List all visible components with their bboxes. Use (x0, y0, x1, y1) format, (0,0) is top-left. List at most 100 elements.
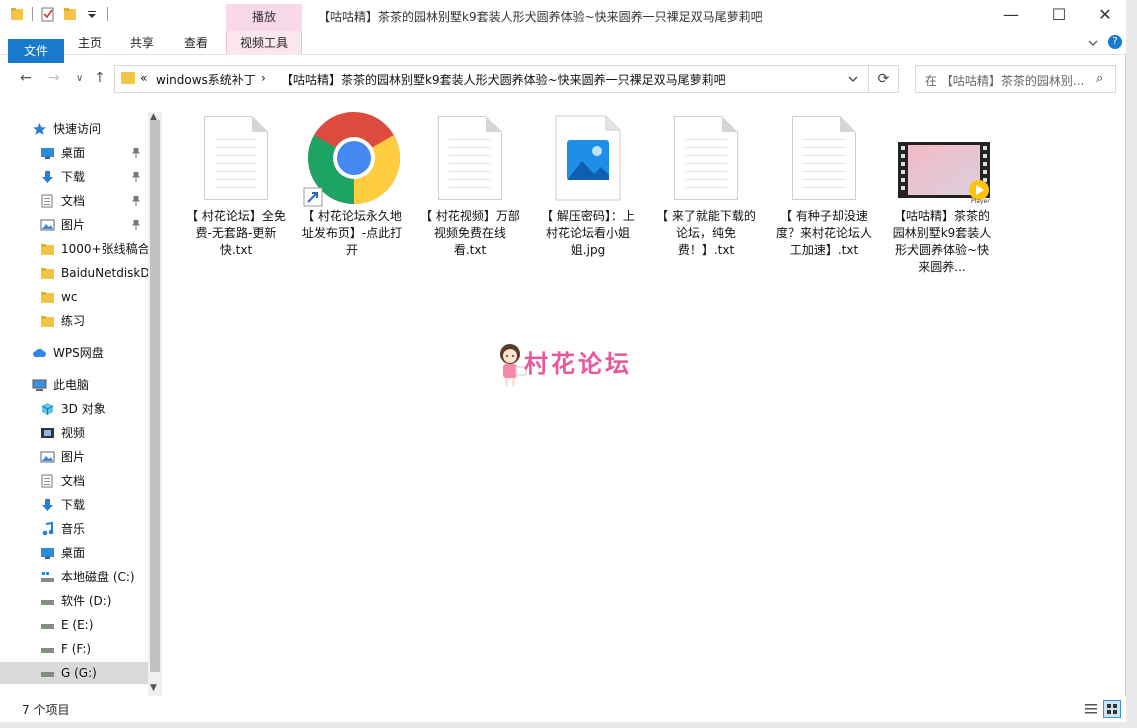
sidebar-item-label: 桌面 (61, 546, 86, 560)
large-icons-view-icon[interactable] (1103, 700, 1121, 718)
drive-icon (40, 642, 55, 656)
tab-view[interactable]: 查看 (174, 31, 218, 55)
context-tab-play[interactable]: 播放 (226, 4, 302, 31)
recent-locations-button[interactable]: ∨ (76, 73, 83, 84)
search-icon[interactable]: ⌕ (1096, 71, 1103, 86)
folder-icon (40, 266, 55, 280)
folder-icon (40, 314, 55, 328)
item-count: 7 个项目 (22, 703, 70, 717)
text-file-icon (186, 112, 286, 204)
scrollbar-thumb[interactable] (150, 120, 160, 672)
sidebar-item[interactable]: 视频 (0, 422, 148, 444)
file-name: 【 村花论坛永久地址发布页】-点此打开 (301, 209, 403, 257)
drive-icon (40, 618, 55, 632)
refresh-button[interactable]: ⟳ (869, 65, 899, 93)
picture-icon (40, 218, 55, 232)
properties-icon[interactable] (41, 6, 55, 22)
sidebar-item[interactable]: 软件 (D:) (0, 590, 148, 612)
address-row: ← → ∨ ↑ « windows系统补丁 › 【咕咕精】茶茶的园林别墅k9套装… (0, 56, 1126, 104)
forward-button[interactable]: → (48, 70, 60, 86)
sidebar-item[interactable]: 3D 对象 (0, 398, 148, 420)
file-item[interactable]: 【 村花论坛】全免费-无套路-更新快.txt (180, 112, 292, 259)
file-item[interactable]: 【 来了就能下载的论坛，纯免费！】.txt (650, 112, 762, 259)
sidebar-item[interactable]: 此电脑 (0, 374, 148, 396)
file-item[interactable]: Player 【咕咕精】茶茶的园林别墅k9套装人形犬圆养体验~快来圆养... (886, 112, 998, 276)
address-bar[interactable]: « windows系统补丁 › 【咕咕精】茶茶的园林别墅k9套装人形犬圆养体验~… (114, 65, 869, 93)
sidebar-item-label: 图片 (61, 450, 86, 464)
sidebar-item[interactable]: F (F:) (0, 638, 148, 660)
drive-icon (40, 666, 55, 680)
file-item[interactable]: 【 村花论坛永久地址发布页】-点此打开 (296, 112, 408, 259)
sidebar-item[interactable]: G (G:) (0, 662, 148, 684)
tab-share[interactable]: 共享 (120, 31, 164, 55)
details-view-icon[interactable] (1082, 700, 1100, 718)
sidebar-item[interactable]: 文档 (0, 190, 148, 212)
sidebar-item[interactable]: 图片 (0, 446, 148, 468)
sidebar-item[interactable]: 下载 (0, 166, 148, 188)
breadcrumb-separator[interactable]: › (261, 71, 266, 85)
music-icon (40, 522, 55, 536)
sidebar-item[interactable]: 快速访问 (0, 118, 148, 140)
sidebar-item-label: 软件 (D:) (61, 594, 112, 608)
sidebar-item[interactable]: 本地磁盘 (C:) (0, 566, 148, 588)
maximize-button[interactable]: ☐ (1036, 0, 1082, 31)
sidebar-item[interactable]: wc (0, 286, 148, 308)
sidebar-item[interactable]: 桌面 (0, 542, 148, 564)
sidebar-item[interactable]: 音乐 (0, 518, 148, 540)
text-file-icon (774, 112, 874, 204)
player-badge: Player (971, 198, 990, 205)
sidebar-item[interactable]: 文档 (0, 470, 148, 492)
sidebar-item[interactable]: 图片 (0, 214, 148, 236)
desktop-icon (40, 546, 55, 560)
file-item[interactable]: 【 有种子却没速度？来村花论坛人工加速】.txt (768, 112, 880, 259)
sidebar-item-label: 文档 (61, 474, 86, 488)
ribbon-expand-icon[interactable] (1088, 39, 1098, 47)
sidebar-item-label: 桌面 (61, 146, 86, 160)
minimize-button[interactable]: — (988, 0, 1034, 31)
sidebar-item[interactable]: 1000+张线稿合 (0, 238, 148, 260)
close-button[interactable]: ✕ (1082, 0, 1128, 31)
back-button[interactable]: ← (20, 70, 32, 86)
status-bar: 7 个项目 (0, 696, 1126, 722)
sidebar-item[interactable]: 下载 (0, 494, 148, 516)
sidebar-item-label: 3D 对象 (61, 402, 106, 416)
folder-icon[interactable] (10, 6, 24, 22)
chevron-down-icon[interactable] (848, 71, 858, 87)
system-drive-icon (40, 570, 55, 584)
sidebar-item-label: wc (61, 290, 78, 304)
document-icon (40, 474, 55, 488)
search-box[interactable]: 在 【咕咕精】茶茶的园林别... ⌕ (915, 65, 1116, 93)
sidebar-item[interactable]: WPS网盘 (0, 342, 148, 364)
up-button[interactable]: ↑ (94, 70, 106, 86)
sidebar-item[interactable]: 练习 (0, 310, 148, 332)
download-icon (40, 170, 55, 184)
video-file-icon: Player (892, 112, 992, 205)
sidebar-item-label: F (F:) (61, 642, 92, 656)
folder-icon (40, 242, 55, 256)
quick-access-toolbar (10, 6, 108, 22)
breadcrumb-segment[interactable]: 【咕咕精】茶茶的园林别墅k9套装人形犬圆养体验~快来圆养一只裸足双马尾萝莉吧 (281, 71, 726, 88)
help-icon[interactable]: ? (1108, 35, 1122, 49)
file-item[interactable]: 【 解压密码】：上村花论坛看小姐姐.jpg (532, 112, 644, 259)
desktop-background (1126, 0, 1137, 728)
star-icon (32, 122, 47, 136)
nav-scrollbar[interactable]: ▲ ▼ (148, 112, 162, 696)
scroll-down-icon[interactable]: ▼ (150, 683, 157, 693)
chrome-shortcut-icon (302, 112, 402, 207)
sidebar-item[interactable]: BaiduNetdiskD (0, 262, 148, 284)
breadcrumb-overflow[interactable]: « (140, 71, 147, 85)
folder-icon (121, 72, 135, 84)
customize-toolbar-icon[interactable] (85, 6, 99, 22)
sidebar-item-label: 下载 (61, 170, 86, 184)
toolbar-divider (32, 7, 33, 21)
sidebar-item-label: BaiduNetdiskD (61, 266, 148, 280)
new-folder-icon[interactable] (63, 6, 77, 22)
sidebar-item[interactable]: E (E:) (0, 614, 148, 636)
breadcrumb-segment[interactable]: windows系统补丁 (156, 71, 256, 88)
sidebar-item-label: 文档 (61, 194, 86, 208)
file-item[interactable]: 【 村花视频】万部视频免费在线看.txt (414, 112, 526, 259)
text-file-icon (656, 112, 756, 204)
sidebar-item[interactable]: 桌面 (0, 142, 148, 164)
tab-video-tools[interactable]: 视频工具 (226, 31, 302, 55)
tab-home[interactable]: 主页 (68, 31, 112, 55)
